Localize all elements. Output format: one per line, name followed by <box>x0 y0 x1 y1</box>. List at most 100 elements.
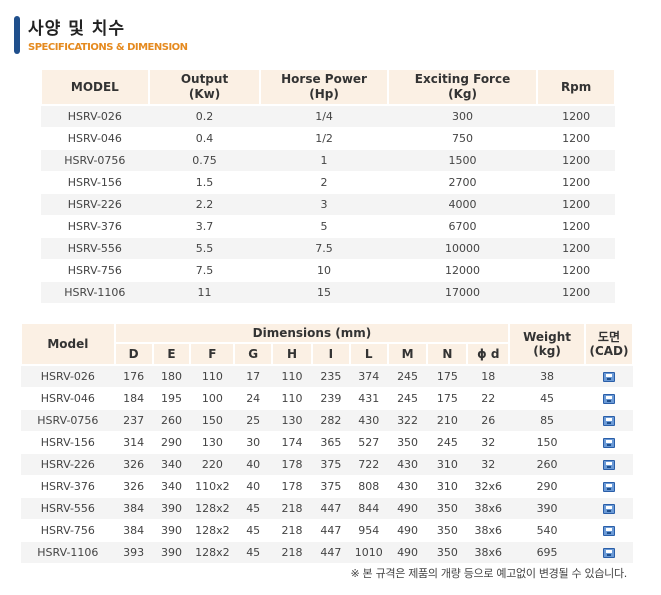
dimension-cell: 184 <box>114 387 153 410</box>
dimension-cell: 310 <box>427 453 468 476</box>
page-title: 사양 및 치수 <box>28 19 126 39</box>
table-row: HSRV-046 184 195 100 24 110 239 431 245 175 22 45 <box>21 387 633 410</box>
spec-cell: 1200 <box>537 193 615 216</box>
dimension-cell: 176 <box>114 365 153 388</box>
model-cell: HSRV-226 <box>41 193 149 216</box>
table-row: HSRV-156 1.5 2 2700 1200 <box>41 171 615 194</box>
dimension-cell: 695 <box>509 541 585 564</box>
dimension-cell: 25 <box>234 409 273 432</box>
cad-download-cell[interactable] <box>584 475 633 498</box>
dimension-cell: 110 <box>272 387 312 410</box>
model-cell: HSRV-226 <box>21 453 115 476</box>
spec-cell: 7.5 <box>148 259 261 282</box>
dimension-cell: 32x6 <box>467 475 510 498</box>
dim-col-weight: Weight (kg) <box>508 322 586 366</box>
dimension-cell: 722 <box>349 453 388 476</box>
cad-download-cell[interactable] <box>584 519 633 542</box>
spec-col-header: Rpm <box>536 68 616 106</box>
save-disk-icon[interactable] <box>602 481 615 492</box>
model-cell: HSRV-046 <box>21 387 115 410</box>
save-disk-icon[interactable] <box>602 525 615 536</box>
dimension-cell: 340 <box>152 453 191 476</box>
table-row: HSRV-556 5.5 7.5 10000 1200 <box>41 237 615 260</box>
dim-sub-header: ϕ d <box>466 342 511 366</box>
table-row: HSRV-026 0.2 1/4 300 1200 <box>41 105 615 128</box>
dimension-cell: 220 <box>190 453 235 476</box>
accent-bar <box>14 16 20 54</box>
dimension-cell: 128x2 <box>190 541 235 564</box>
dimension-cell: 130 <box>190 431 235 454</box>
dimension-cell: 350 <box>427 497 468 520</box>
save-disk-icon[interactable] <box>602 415 615 426</box>
dimension-cell: 431 <box>349 387 388 410</box>
spec-cell: 0.75 <box>148 149 261 172</box>
save-disk-icon[interactable] <box>602 393 615 404</box>
spec-cell: 1500 <box>387 149 538 172</box>
spec-cell: 1/2 <box>260 127 388 150</box>
spec-cell: 1200 <box>537 105 615 128</box>
spec-cell: 750 <box>387 127 538 150</box>
model-cell: HSRV-376 <box>41 215 149 238</box>
table-row: HSRV-1106 11 15 17000 1200 <box>41 281 615 304</box>
spec-cell: 3 <box>260 193 388 216</box>
dimension-cell: 17 <box>234 365 273 388</box>
dimension-cell: 540 <box>509 519 585 542</box>
spec-col-header: MODEL <box>40 68 150 106</box>
dimension-cell: 350 <box>427 519 468 542</box>
cad-download-cell[interactable] <box>584 453 633 476</box>
spec-cell: 300 <box>387 105 538 128</box>
model-cell: HSRV-046 <box>41 127 149 150</box>
cad-download-cell[interactable] <box>584 541 633 564</box>
save-disk-icon[interactable] <box>602 371 615 382</box>
dimension-cell: 45 <box>234 497 273 520</box>
dimension-cell: 490 <box>387 541 428 564</box>
table-row: HSRV-756 7.5 10 12000 1200 <box>41 259 615 282</box>
save-disk-icon[interactable] <box>602 547 615 558</box>
spec-cell: 2 <box>260 171 388 194</box>
cad-download-cell[interactable] <box>584 365 633 388</box>
dim-col-cad: 도면 (CAD) <box>583 322 635 366</box>
dimension-cell: 447 <box>311 497 350 520</box>
dimension-cell: 310 <box>427 475 468 498</box>
dimension-cell: 390 <box>152 497 191 520</box>
dim-sub-header: H <box>271 342 313 366</box>
save-disk-icon[interactable] <box>602 503 615 514</box>
dimension-cell: 340 <box>152 475 191 498</box>
table-row: HSRV-376 3.7 5 6700 1200 <box>41 215 615 238</box>
dimension-cell: 375 <box>311 475 350 498</box>
dimension-cell: 32 <box>467 453 510 476</box>
cad-download-cell[interactable] <box>584 409 633 432</box>
dimension-cell: 808 <box>349 475 388 498</box>
cad-download-cell[interactable] <box>584 497 633 520</box>
dimension-cell: 38x6 <box>467 497 510 520</box>
spec-col-header: Exciting Force (Kg) <box>386 68 539 106</box>
cad-download-cell[interactable] <box>584 431 633 454</box>
table-row: HSRV-026 176 180 110 17 110 235 374 245 175 18 38 <box>21 365 633 388</box>
dimension-cell: 326 <box>114 453 153 476</box>
dimension-cell: 22 <box>467 387 510 410</box>
table-row: HSRV-0756 237 260 150 25 130 282 430 322 210 26 85 <box>21 409 633 432</box>
save-disk-icon[interactable] <box>602 459 615 470</box>
table-row: HSRV-226 326 340 220 40 178 375 722 430 310 32 260 <box>21 453 633 476</box>
dimension-cell: 218 <box>272 519 312 542</box>
spec-cell: 1 <box>260 149 388 172</box>
dimension-cell: 390 <box>509 497 585 520</box>
dimension-cell: 30 <box>234 431 273 454</box>
model-cell: HSRV-156 <box>21 431 115 454</box>
dimension-cell: 954 <box>349 519 388 542</box>
dimension-cell: 18 <box>467 365 510 388</box>
dimension-cell: 375 <box>311 453 350 476</box>
save-disk-icon[interactable] <box>602 437 615 448</box>
spec-cell: 1/4 <box>260 105 388 128</box>
dimension-cell: 110 <box>190 365 235 388</box>
dimension-cell: 130 <box>272 409 312 432</box>
spec-cell: 1200 <box>537 237 615 260</box>
table-row: HSRV-156 314 290 130 30 174 365 527 350 245 32 150 <box>21 431 633 454</box>
dimension-cell: 40 <box>234 475 273 498</box>
model-cell: HSRV-756 <box>21 519 115 542</box>
dimension-cell: 260 <box>509 453 585 476</box>
spec-cell: 12000 <box>387 259 538 282</box>
dimension-cell: 245 <box>427 431 468 454</box>
cad-download-cell[interactable] <box>584 387 633 410</box>
spec-cell: 7.5 <box>260 237 388 260</box>
